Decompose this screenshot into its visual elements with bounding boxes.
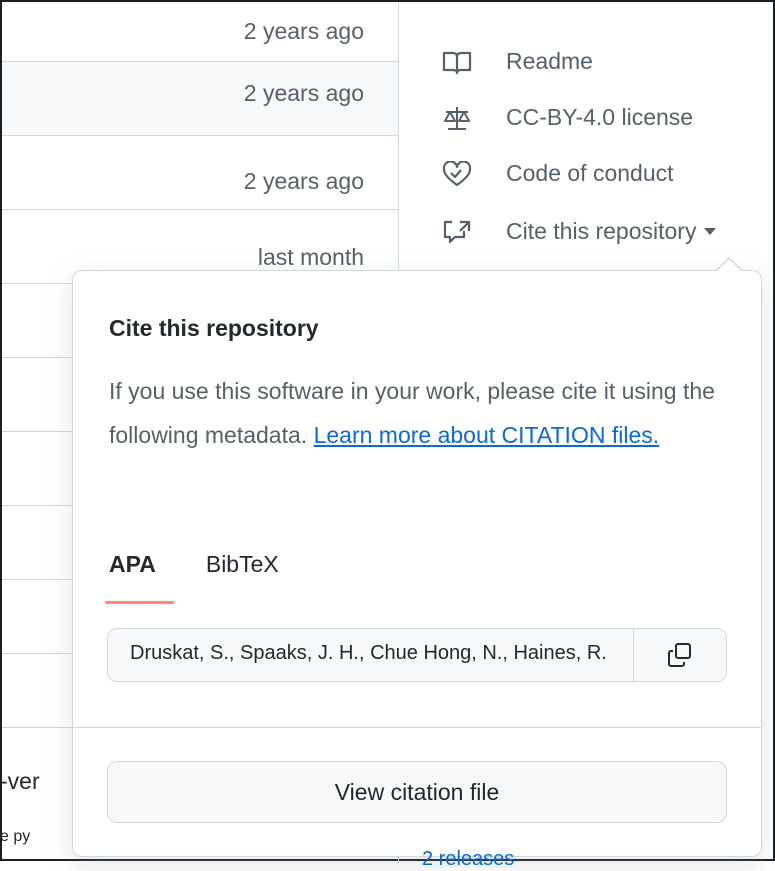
commit-age: 2 years ago <box>243 168 364 194</box>
code-of-conduct-link[interactable]: Code of conduct <box>442 159 674 187</box>
book-icon <box>442 49 472 75</box>
copy-icon <box>668 643 691 667</box>
cite-popover: Cite this repository If you use this sof… <box>72 257 762 857</box>
truncated-row-text: e py <box>0 828 31 845</box>
truncated-row-text: -ver <box>0 768 40 794</box>
learn-more-citation-link[interactable]: Learn more about CITATION files. <box>314 422 660 448</box>
file-row[interactable]: 2 years ago <box>2 0 398 62</box>
cite-repository-button[interactable]: Cite this repository <box>442 218 717 245</box>
citation-text: Druskat, S., Spaaks, J. H., Chue Hong, N… <box>130 642 607 664</box>
law-icon <box>442 105 472 131</box>
citation-format-tabs: APA BibTeX <box>105 551 329 604</box>
cite-repository-label: Cite this repository <box>506 218 697 244</box>
popover-description: If you use this software in your work, p… <box>109 369 739 457</box>
view-citation-file-button[interactable]: View citation file <box>107 761 727 823</box>
readme-label: Readme <box>506 48 593 74</box>
popover-title: Cite this repository <box>109 315 319 341</box>
code-of-conduct-label: Code of conduct <box>506 160 674 186</box>
popover-arrow-fill <box>716 259 742 272</box>
file-row[interactable]: 2 years ago <box>2 136 398 210</box>
tab-apa[interactable]: APA <box>105 551 174 604</box>
tab-bibtex[interactable]: BibTeX <box>206 551 279 602</box>
readme-link[interactable]: Readme <box>442 48 593 75</box>
license-label: CC-BY-4.0 license <box>506 104 694 130</box>
file-row[interactable]: 2 years ago <box>2 62 398 136</box>
commit-age: 2 years ago <box>243 80 364 106</box>
code-of-conduct-icon <box>442 159 472 187</box>
quote-icon <box>442 219 472 245</box>
chevron-down-icon <box>704 228 717 235</box>
license-link[interactable]: CC-BY-4.0 license <box>442 104 693 131</box>
commit-age: 2 years ago <box>243 18 364 44</box>
popover-divider <box>73 727 761 728</box>
copy-button[interactable] <box>633 629 726 681</box>
releases-link-partial[interactable]: 2 releases <box>422 848 514 871</box>
citation-field[interactable]: Druskat, S., Spaaks, J. H., Chue Hong, N… <box>107 628 727 682</box>
commit-age: last month <box>257 244 364 270</box>
